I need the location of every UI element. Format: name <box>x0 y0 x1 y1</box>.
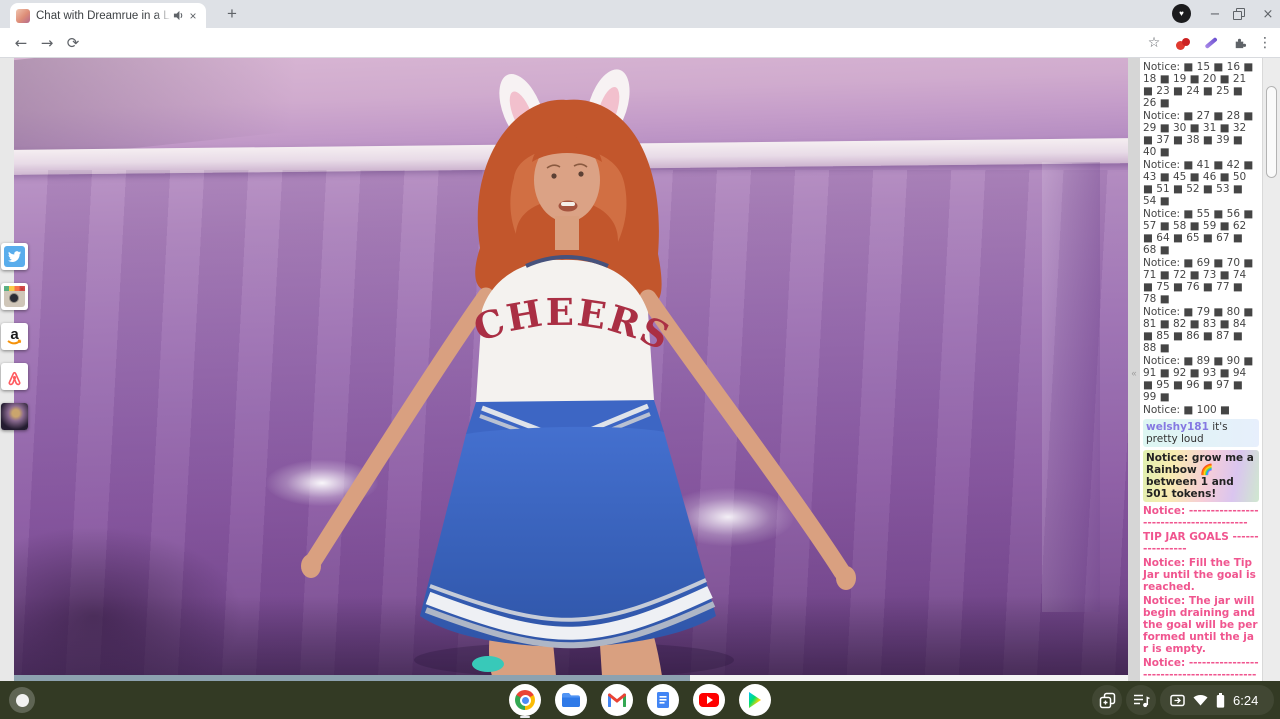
back-icon[interactable]: ← <box>8 28 34 57</box>
tab-close-icon[interactable]: × <box>186 9 200 23</box>
browser-toolbar: ← → ⟳ cosplayxcams.com/dreamrue/ ☆ ⋮ <box>0 28 1280 58</box>
profile-avatar[interactable]: ♥ <box>1172 4 1191 23</box>
chromeos-shelf: 6:24 <box>0 681 1280 719</box>
airbnb-icon[interactable] <box>1 363 28 390</box>
chat-notice: Notice: ■ 100 ■ <box>1143 404 1259 416</box>
cherries-extension-icon[interactable] <box>1170 28 1196 57</box>
screen-capture-icon[interactable] <box>1092 685 1122 715</box>
media-controls-icon[interactable] <box>1126 685 1156 715</box>
chat-notice: Notice: ■ 55 ■ 56 ■ 57 ■ 58 ■ 59 ■ 62 ■ … <box>1143 208 1259 256</box>
instagram-icon[interactable] <box>1 283 28 310</box>
window-close-button[interactable]: × <box>1258 4 1278 24</box>
chat-tip-notice: Notice: Fill the Tip Jar until the goal … <box>1143 557 1259 593</box>
twitter-icon[interactable] <box>1 243 28 270</box>
wifi-icon <box>1193 694 1208 706</box>
chat-gutter: « <box>1128 58 1140 681</box>
youtube-icon[interactable] <box>693 684 725 716</box>
chat-tip-notice: Notice: --------------------------------… <box>1143 505 1259 529</box>
vertical-scrollbar-thumb[interactable] <box>1266 86 1277 178</box>
bookmark-star-icon[interactable]: ☆ <box>1141 28 1167 57</box>
tab-favicon <box>16 9 30 23</box>
battery-icon <box>1216 693 1225 708</box>
chat-notice: Notice: ■ 15 ■ 16 ■ 18 ■ 19 ■ 20 ■ 21 ■ … <box>1143 61 1259 109</box>
window-restore-button[interactable] <box>1233 8 1243 18</box>
chat-message: welshy181 it's pretty loud <box>1143 419 1259 447</box>
files-icon[interactable] <box>555 684 587 716</box>
chat-username: welshy181 <box>1146 421 1209 433</box>
window-minimize-button[interactable]: − <box>1205 4 1225 24</box>
open-window-icon <box>1170 694 1185 707</box>
docs-icon[interactable] <box>647 684 679 716</box>
chat-notice: Notice: ■ 27 ■ 28 ■ 29 ■ 30 ■ 31 ■ 32 ■ … <box>1143 110 1259 158</box>
chat-rainbow-notice: Notice: grow me a Rainbow 🌈 between 1 an… <box>1143 450 1259 502</box>
tab-strip: Chat with Dreamrue in a Live × + ♥ − × <box>0 0 1280 28</box>
chat-tip-notice: TIP JAR GOALS ---------------- <box>1143 531 1259 555</box>
pen-extension-icon[interactable] <box>1198 28 1224 57</box>
chat-notice: Notice: ■ 69 ■ 70 ■ 71 ■ 72 ■ 73 ■ 74 ■ … <box>1143 257 1259 305</box>
chat-notice: Notice: ■ 79 ■ 80 ■ 81 ■ 82 ■ 83 ■ 84 ■ … <box>1143 306 1259 354</box>
new-tab-button[interactable]: + <box>220 3 244 25</box>
social-links-rail: a <box>1 243 30 443</box>
forward-icon[interactable]: → <box>34 28 60 57</box>
browser-menu-icon[interactable]: ⋮ <box>1252 28 1278 57</box>
chat-notice: Notice: ■ 41 ■ 42 ■ 43 ■ 45 ■ 46 ■ 50 ■ … <box>1143 159 1259 207</box>
status-tray[interactable]: 6:24 <box>1160 685 1274 715</box>
chat-panel: Notice: ■ 15 ■ 16 ■ 18 ■ 19 ■ 20 ■ 21 ■ … <box>1140 58 1262 681</box>
chat-notice: Notice: ■ 89 ■ 90 ■ 91 ■ 92 ■ 93 ■ 94 ■ … <box>1143 355 1259 403</box>
video-player[interactable]: CHEERS <box>14 58 1128 676</box>
gmail-icon[interactable] <box>601 684 633 716</box>
refresh-icon[interactable]: ⟳ <box>60 28 86 57</box>
tab-title: Chat with Dreamrue in a Live <box>36 9 171 23</box>
chat-tip-notice: Notice: The jar will begin draining and … <box>1143 595 1259 655</box>
chat-collapse-handle[interactable]: « <box>1128 368 1140 378</box>
play-store-icon[interactable] <box>739 684 771 716</box>
launcher-button[interactable] <box>9 687 35 713</box>
photo-thumbnail[interactable] <box>1 403 28 430</box>
performer-figure: CHEERS <box>14 58 1128 676</box>
extensions-puzzle-icon[interactable] <box>1226 28 1252 57</box>
chat-tip-notice: Notice: --------------------------------… <box>1143 657 1259 681</box>
amazon-icon[interactable]: a <box>1 323 28 350</box>
vertical-scrollbar[interactable] <box>1262 58 1280 681</box>
tab-audio-icon[interactable] <box>173 10 184 21</box>
page-content: CHEERS a « <box>0 58 1280 681</box>
browser-tab[interactable]: Chat with Dreamrue in a Live × <box>10 3 206 28</box>
chrome-icon[interactable] <box>509 684 541 716</box>
clock: 6:24 <box>1233 693 1258 708</box>
active-app-indicator <box>520 716 530 718</box>
shelf-apps <box>509 684 771 716</box>
